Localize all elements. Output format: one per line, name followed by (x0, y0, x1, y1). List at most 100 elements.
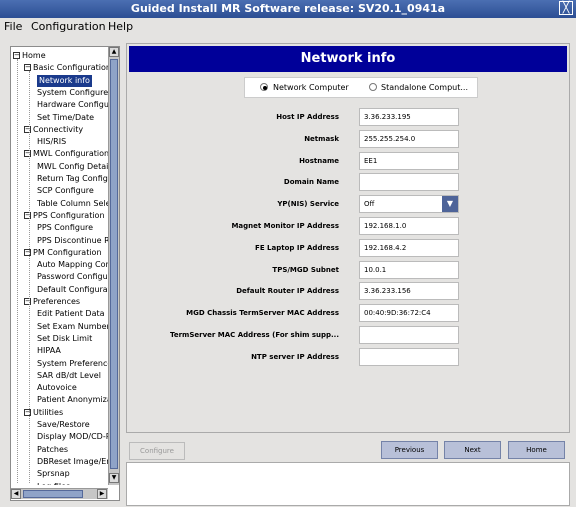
tree-item-mwl-config-details[interactable]: MWL Config Details (37, 161, 108, 173)
field-label: Host IP Address (276, 113, 339, 121)
tree-item-set-time-date[interactable]: Set Time/Date (37, 112, 94, 124)
tree-group-connectivity[interactable]: − Connectivity (24, 124, 83, 136)
tree-item-label: Edit Patient Data (37, 309, 105, 319)
hscroll-thumb[interactable] (23, 490, 83, 498)
tree-item-autovoice[interactable]: Autovoice (37, 382, 77, 394)
tree-horizontal-scrollbar[interactable]: ◀ ▶ (11, 488, 108, 499)
tree-item-sprsnap[interactable]: Sprsnap (37, 468, 70, 480)
configure-button[interactable]: Configure (129, 442, 185, 460)
tree-item-label: Set Exam Number (37, 321, 108, 331)
menu-configuration[interactable]: Configuration (31, 18, 106, 36)
scroll-left-icon[interactable]: ◀ (11, 489, 21, 499)
computer-type-group: Network Computer Standalone Comput... (244, 77, 478, 98)
tree-group-pm-configuration[interactable]: − PM Configuration (24, 247, 102, 259)
termserver-mac-address-for-shim-supp-input[interactable] (359, 326, 459, 344)
field-value: 00:40:9D:36:72:C4 (364, 309, 431, 318)
tree-item-label: Network info (39, 75, 90, 85)
tree-item-label: System Configure (37, 87, 108, 97)
tree-item-label: MWL Config Details (37, 161, 108, 171)
menu-file[interactable]: File (4, 18, 22, 36)
radio-standalone[interactable] (369, 83, 377, 91)
navigation-tree: − Home − Basic Configuration Network info Sys… (10, 46, 120, 501)
scroll-right-icon[interactable]: ▶ (97, 489, 107, 499)
tree-item-sar-db-dt-level[interactable]: SAR dB/dt Level (37, 370, 101, 382)
tree-item-label: Patches (37, 444, 69, 454)
tree-item-save-restore[interactable]: Save/Restore (37, 419, 90, 431)
tree-item-patches[interactable]: Patches (37, 444, 68, 456)
tree-item-label: MWL Configuration (33, 149, 108, 159)
netmask-input[interactable]: 255.255.254.0 (359, 129, 459, 148)
tree-item-label: Patient Anonymization (37, 395, 108, 405)
field-value: 192.168.4.2 (364, 243, 407, 252)
field-label: Default Router IP Address (236, 287, 339, 296)
tree-guide (29, 71, 30, 483)
tree-item-label: Display MOD/CD-ROM (37, 432, 108, 442)
tree-group-mwl-configuration[interactable]: − MWL Configuration (24, 148, 108, 160)
tree-item-label: Sprsnap (37, 469, 70, 479)
radio-network-computer[interactable] (260, 83, 268, 91)
tree-item-pps-discontinue-reason[interactable]: PPS Discontinue Reason (37, 235, 108, 247)
tree-item-log-files[interactable]: Log files (37, 481, 70, 486)
field-label: Hostname (299, 156, 339, 165)
magnet-monitor-ip-address-input[interactable]: 192.168.1.0 (359, 217, 459, 235)
tree-group-pps-configuration[interactable]: − PPS Configuration (24, 210, 105, 222)
tree-item-his-ris[interactable]: HIS/RIS (37, 136, 66, 148)
field-value: 3.36.233.195 (364, 113, 411, 121)
ntp-server-ip-address-input[interactable] (359, 347, 459, 366)
mgd-chassis-termserver-mac-address-input[interactable]: 00:40:9D:36:72:C4 (359, 304, 459, 323)
tree-item-dbreset-image-error[interactable]: DBReset Image/Error (37, 456, 108, 468)
collapse-icon[interactable]: − (13, 52, 20, 59)
tree-item-edit-patient-data[interactable]: Edit Patient Data (37, 308, 105, 320)
tree-item-display-mod-cd-rom[interactable]: Display MOD/CD-ROM (37, 431, 108, 443)
previous-button[interactable]: Previous (381, 441, 438, 459)
tree-group-basic-configuration[interactable]: − Basic Configuration (24, 62, 108, 74)
field-label: TermServer MAC Address (For shim supp... (170, 331, 339, 339)
tree-item-label: SCP Configure (37, 186, 94, 196)
next-button[interactable]: Next (444, 441, 501, 459)
menu-help[interactable]: Help (108, 18, 133, 36)
radio-network-label: Network Computer (273, 83, 349, 92)
tree-item-network-info[interactable]: Network info (37, 74, 92, 87)
tree-vertical-scrollbar[interactable]: ▲ ▼ (108, 47, 119, 485)
scroll-down-icon[interactable]: ▼ (109, 473, 119, 483)
tree-item-label: HIS/RIS (37, 137, 67, 147)
scroll-thumb[interactable] (110, 59, 118, 469)
field-value: Off (364, 200, 375, 209)
chevron-down-icon[interactable]: ▼ (442, 196, 458, 213)
tree-item-label: Log files (37, 482, 70, 486)
tree-item-label: Autovoice (37, 383, 77, 393)
tree-item-return-tag-configure[interactable]: Return Tag Configure (37, 173, 108, 185)
tree-item-hipaa[interactable]: HIPAA (37, 345, 61, 357)
fe-laptop-ip-address-input[interactable]: 192.168.4.2 (359, 238, 459, 257)
tree-item-patient-anonymization[interactable]: Patient Anonymization (37, 394, 108, 406)
tree-item-hardware-configure[interactable]: Hardware Configure (37, 99, 108, 111)
tree-group-preferences[interactable]: − Preferences (24, 296, 80, 308)
hostname-input[interactable]: EE1 (359, 151, 459, 170)
tree-item-system-preferences[interactable]: System Preferences (37, 358, 108, 370)
tree-item-label: Password Configure (37, 272, 108, 282)
tps-mgd-subnet-input[interactable]: 10.0.1 (359, 260, 459, 279)
host-ip-address-input[interactable]: 3.36.233.195 (359, 108, 459, 126)
tree-item-table-column-select[interactable]: Table Column Select (37, 198, 108, 210)
tree-item-label: PPS Configure (37, 223, 94, 233)
yp-service-select[interactable]: Off ▼ (359, 195, 459, 214)
tree-item-auto-mapping-config[interactable]: Auto Mapping Config (37, 259, 108, 271)
default-router-ip-address-input[interactable]: 3.36.233.156 (359, 282, 459, 301)
tree-item-system-configure[interactable]: System Configure (37, 87, 108, 99)
tree-item-default-configuration[interactable]: Default Configuration (37, 284, 108, 296)
field-value: 255.255.254.0 (364, 134, 416, 143)
domain-name-input[interactable] (359, 173, 459, 192)
tree-item-label: Return Tag Configure (37, 174, 108, 183)
close-icon[interactable]: ╳ (559, 1, 573, 15)
tree-item-label: Default Configuration (37, 284, 108, 294)
tree-item-set-exam-number[interactable]: Set Exam Number (37, 321, 108, 333)
scroll-up-icon[interactable]: ▲ (109, 47, 119, 57)
home-button[interactable]: Home (508, 441, 565, 459)
field-label: NTP server IP Address (251, 352, 339, 361)
tree-item-label: SAR dB/dt Level (37, 370, 101, 380)
page-title: Network info (129, 46, 567, 72)
tree-item-pps-configure[interactable]: PPS Configure (37, 222, 93, 234)
tree-item-password-configure[interactable]: Password Configure (37, 271, 108, 283)
tree-item-scp-configure[interactable]: SCP Configure (37, 185, 94, 197)
tree-item-set-disk-limit[interactable]: Set Disk Limit (37, 333, 92, 345)
